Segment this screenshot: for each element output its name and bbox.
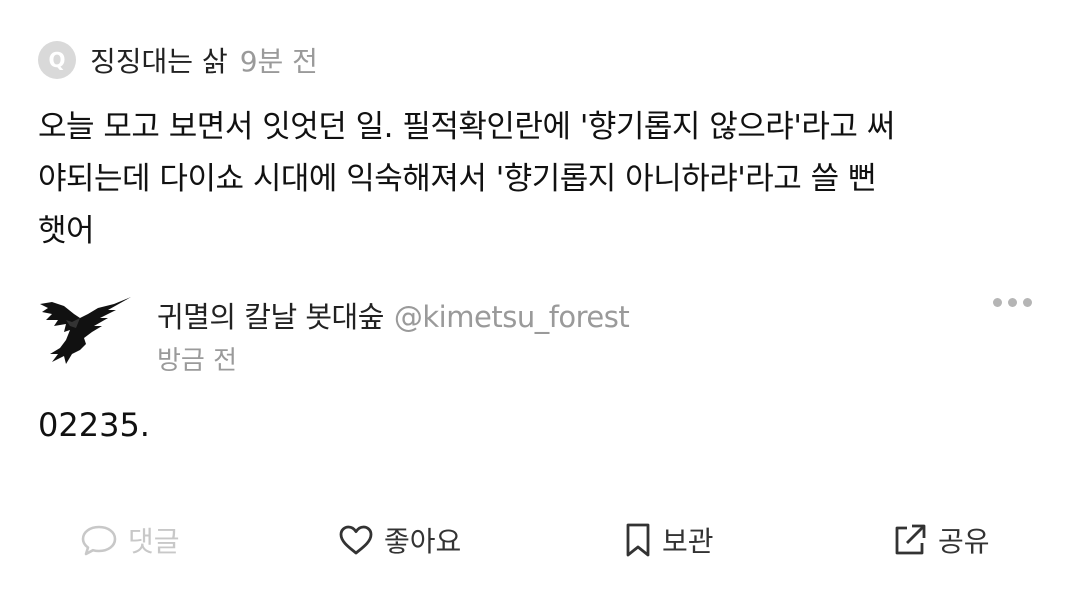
question-badge-icon: Q [38, 41, 76, 79]
more-dot-icon [1008, 298, 1017, 307]
share-label: 공유 [938, 525, 990, 558]
comment-button[interactable]: 댓글 [80, 510, 180, 570]
heart-icon [339, 525, 373, 555]
save-button[interactable]: 보관 [624, 510, 714, 570]
speech-bubble-icon [81, 525, 117, 556]
quoted-post-header: Q 징징대는 삵 9분 전 [38, 40, 318, 80]
post-text: 02235. [38, 406, 150, 444]
avatar[interactable] [36, 292, 136, 368]
more-options-button[interactable] [993, 298, 1032, 307]
post-author[interactable]: 귀멸의 칼날 봇대숲 @kimetsu_forest [157, 294, 630, 336]
like-label: 좋아요 [384, 525, 462, 558]
quoted-post-time: 9분 전 [239, 45, 318, 78]
quoted-author-name[interactable]: 징징대는 삵 [90, 40, 228, 80]
comment-label: 댓글 [128, 525, 180, 558]
bookmark-icon [626, 523, 650, 557]
author-display-name: 귀멸의 칼날 봇대숲 [157, 300, 384, 334]
share-button[interactable]: 공유 [892, 510, 990, 570]
like-button[interactable]: 좋아요 [338, 510, 461, 570]
save-label: 보관 [662, 525, 714, 558]
more-dot-icon [993, 298, 1002, 307]
post-time: 방금 전 [157, 346, 238, 376]
more-dot-icon [1023, 298, 1032, 307]
crow-icon [40, 297, 131, 364]
post-header: 귀멸의 칼날 봇대숲 @kimetsu_forest 방금 전 [36, 292, 1046, 376]
quoted-post-text: 오늘 모고 보면서 잇엇던 일. 필적확인란에 '향기롭지 않으랴'라고 써 야… [38, 109, 895, 249]
action-bar: 댓글 좋아요 보관 공유 [0, 510, 1080, 570]
author-handle: @kimetsu_forest [393, 300, 630, 334]
share-icon [895, 524, 926, 555]
